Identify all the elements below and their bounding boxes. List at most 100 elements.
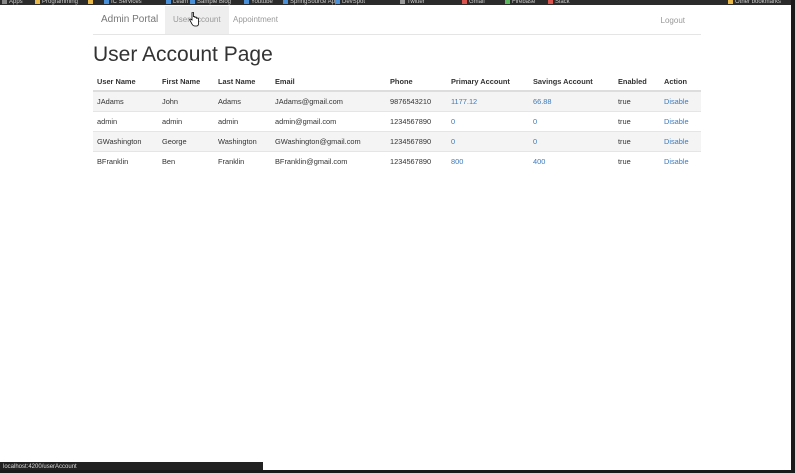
- bookmark-label: Youtube: [251, 0, 273, 5]
- bookmark-icon: [2, 0, 7, 4]
- nav-appointment[interactable]: Appointment: [233, 15, 278, 24]
- bookmark-label: IC Services: [111, 0, 142, 5]
- bookmark-item[interactable]: Apps: [2, 0, 23, 5]
- bookmark-item[interactable]: Learn: [166, 0, 188, 5]
- hand-cursor-icon: [189, 12, 199, 27]
- disable-link[interactable]: Disable: [660, 111, 701, 132]
- bookmark-icon: [244, 0, 249, 4]
- bookmark-label: Sample Blog: [197, 0, 232, 5]
- bookmark-icon: [35, 0, 40, 4]
- top-navbar: Admin Portal User Account Appointment Lo…: [93, 6, 701, 35]
- bookmark-item[interactable]: [88, 0, 95, 5]
- bookmark-icon: [283, 0, 288, 4]
- bookmark-icon: [190, 0, 195, 4]
- bookmark-label: SpringSource App: [290, 0, 339, 5]
- bookmark-item[interactable]: Slack: [548, 0, 570, 5]
- table-row: admin admin admin admin@gmail.com 123456…: [93, 111, 701, 132]
- header-last-name: Last Name: [214, 72, 271, 92]
- bookmark-label: Slack: [555, 0, 570, 5]
- cell-last-name: Franklin: [214, 151, 271, 171]
- header-action: Action: [660, 72, 701, 92]
- savings-account-link[interactable]: 0: [529, 131, 614, 152]
- cell-email: GWashington@gmail.com: [271, 131, 386, 152]
- bookmark-item[interactable]: Sample Blog: [190, 0, 231, 5]
- header-user-name: User Name: [93, 72, 158, 92]
- bookmark-icon: [462, 0, 467, 4]
- bookmark-item[interactable]: Twitter: [400, 0, 425, 5]
- table-row: JAdams John Adams JAdams@gmail.com 98765…: [93, 90, 701, 112]
- cell-email: BFranklin@gmail.com: [271, 151, 386, 171]
- disable-link[interactable]: Disable: [660, 90, 701, 112]
- cell-user-name: GWashington: [93, 131, 158, 152]
- bookmark-item[interactable]: IC Services: [104, 0, 142, 5]
- bookmark-icon: [400, 0, 405, 4]
- bookmark-item[interactable]: SpringSource App: [283, 0, 338, 5]
- page-title: User Account Page: [93, 43, 273, 66]
- primary-account-link[interactable]: 800: [447, 151, 529, 171]
- primary-account-link[interactable]: 1177.12: [447, 90, 529, 112]
- cell-phone: 1234567890: [386, 111, 447, 132]
- bookmark-item[interactable]: Firebase: [505, 0, 535, 5]
- bookmark-icon: [104, 0, 109, 4]
- disable-link[interactable]: Disable: [660, 131, 701, 152]
- user-account-table: User Name First Name Last Name Email Pho…: [93, 72, 701, 171]
- cell-phone: 1234567890: [386, 131, 447, 152]
- cell-user-name: admin: [93, 111, 158, 132]
- bookmark-icon: [166, 0, 171, 4]
- bookmark-label: Apps: [9, 0, 23, 5]
- cell-last-name: Adams: [214, 90, 271, 112]
- header-email: Email: [271, 72, 386, 92]
- cell-user-name: JAdams: [93, 90, 158, 112]
- cell-first-name: Ben: [158, 151, 214, 171]
- table-row: BFranklin Ben Franklin BFranklin@gmail.c…: [93, 151, 701, 171]
- savings-account-link[interactable]: 400: [529, 151, 614, 171]
- bookmark-label: Firebase: [512, 0, 536, 5]
- cell-first-name: George: [158, 131, 214, 152]
- cell-enabled: true: [614, 131, 660, 152]
- cell-email: JAdams@gmail.com: [271, 90, 386, 112]
- cell-last-name: admin: [214, 111, 271, 132]
- primary-account-link[interactable]: 0: [447, 111, 529, 132]
- disable-link[interactable]: Disable: [660, 151, 701, 171]
- savings-account-link[interactable]: 66.88: [529, 90, 614, 112]
- bookmark-icon: [505, 0, 510, 4]
- bookmark-label: Twitter: [407, 0, 425, 5]
- bookmarks-bar: Apps Programming IC Services Learn Sample Bl…: [0, 0, 795, 5]
- logout-link[interactable]: Logout: [661, 16, 685, 25]
- cell-first-name: admin: [158, 111, 214, 132]
- bookmark-item[interactable]: Programming: [35, 0, 78, 5]
- primary-account-link[interactable]: 0: [447, 131, 529, 152]
- bookmark-label: Other bookmarks: [735, 0, 782, 5]
- bookmark-label: DevSpot: [342, 0, 366, 5]
- savings-account-link[interactable]: 0: [529, 111, 614, 132]
- cell-email: admin@gmail.com: [271, 111, 386, 132]
- window-frame-right: [791, 0, 795, 473]
- cell-enabled: true: [614, 151, 660, 171]
- bookmark-icon: [548, 0, 553, 4]
- cell-user-name: BFranklin: [93, 151, 158, 171]
- cell-last-name: Washington: [214, 131, 271, 152]
- header-savings-account: Savings Account: [529, 72, 614, 92]
- cell-enabled: true: [614, 90, 660, 112]
- bookmark-label: Learn: [173, 0, 189, 5]
- cell-enabled: true: [614, 111, 660, 132]
- header-first-name: First Name: [158, 72, 214, 92]
- cell-phone: 9876543210: [386, 90, 447, 112]
- bookmark-item[interactable]: Other bookmarks: [728, 0, 781, 5]
- bookmark-item[interactable]: Youtube: [244, 0, 273, 5]
- brand-link[interactable]: Admin Portal: [101, 14, 158, 25]
- bookmark-label: Gmail: [469, 0, 485, 5]
- bookmark-label: Programming: [42, 0, 79, 5]
- header-phone: Phone: [386, 72, 447, 92]
- cell-phone: 1234567890: [386, 151, 447, 171]
- bookmark-icon: [88, 0, 93, 4]
- cell-first-name: John: [158, 90, 214, 112]
- table-header-row: User Name First Name Last Name Email Pho…: [93, 72, 701, 92]
- bookmark-icon: [728, 0, 733, 4]
- table-row: GWashington George Washington GWashingto…: [93, 131, 701, 152]
- bookmark-icon: [335, 0, 340, 4]
- bookmark-item[interactable]: Gmail: [462, 0, 485, 5]
- header-enabled: Enabled: [614, 72, 660, 92]
- bookmark-item[interactable]: DevSpot: [335, 0, 365, 5]
- header-primary-account: Primary Account: [447, 72, 529, 92]
